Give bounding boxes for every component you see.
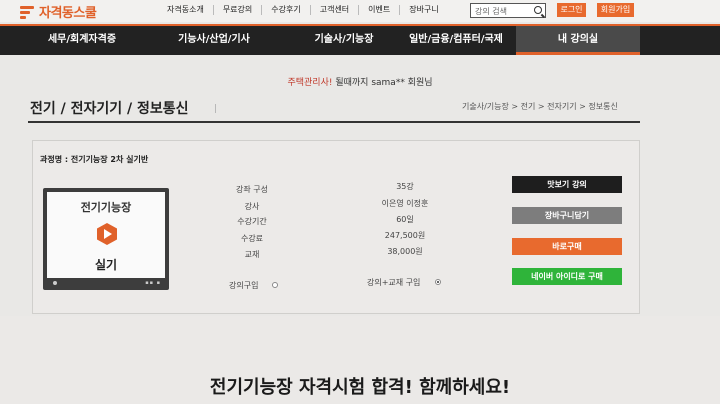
util-link-events[interactable]: 이벤트 bbox=[359, 5, 401, 15]
util-link-reviews[interactable]: 수강후기 bbox=[262, 5, 311, 15]
util-link-free-lectures[interactable]: 무료강의 bbox=[214, 5, 263, 15]
add-to-cart-button[interactable]: 장바구니담기 bbox=[512, 207, 622, 224]
thumbnail-screen: 전기기능장 실기 bbox=[47, 192, 165, 278]
breadcrumb: 기술사/기능장 > 전기 > 전자기기 > 정보통신 bbox=[462, 102, 618, 111]
info-label-fee: 수강료 bbox=[240, 234, 264, 243]
info-value-fee: 247,500원 bbox=[384, 231, 426, 240]
top-bar: 자격동스쿨 자격동소개 무료강의 수강후기 고객센터 이벤트 장바구니 강의 검… bbox=[0, 0, 720, 22]
option-lecture-book-radio[interactable] bbox=[435, 279, 441, 285]
nav-tab-general[interactable]: 일반/금융/컴퓨터/국제 bbox=[400, 26, 512, 55]
utility-nav: 자격동소개 무료강의 수강후기 고객센터 이벤트 장바구니 bbox=[158, 5, 448, 15]
nav-tab-technician[interactable]: 기능사/산업/기사 bbox=[160, 26, 268, 55]
util-link-support[interactable]: 고객센터 bbox=[311, 5, 360, 15]
option-lecture-book-label: 강의+교재 구입 bbox=[367, 278, 421, 287]
play-triangle-icon bbox=[104, 229, 112, 239]
option-lecture-only-radio[interactable] bbox=[272, 282, 278, 288]
info-value-instructor: 이은영 이정훈 bbox=[381, 199, 429, 208]
search-icon[interactable] bbox=[534, 6, 542, 14]
page-title: 전기 / 전자기기 / 정보통신 bbox=[30, 101, 189, 117]
util-link-cart[interactable]: 장바구니 bbox=[400, 5, 447, 15]
search-input[interactable]: 강의 검색 bbox=[470, 3, 546, 18]
title-divider bbox=[28, 121, 640, 123]
join-button[interactable]: 회원가입 bbox=[597, 3, 634, 17]
buy-now-button[interactable]: 바로구매 bbox=[512, 238, 622, 255]
logo-mark-icon bbox=[20, 5, 36, 19]
info-value-textbook: 38,000원 bbox=[387, 247, 423, 256]
search-placeholder: 강의 검색 bbox=[475, 7, 507, 16]
greeting-highlight: 주택관리사! bbox=[287, 78, 333, 88]
util-link-about[interactable]: 자격동소개 bbox=[158, 5, 214, 15]
info-value-composition: 35강 bbox=[396, 182, 414, 191]
thumbnail-title: 전기기능장 bbox=[80, 201, 132, 214]
course-name: 과정명 : 전기기능장 2차 실기반 bbox=[40, 155, 149, 164]
greeting-text: 될때까지 sama** 회원님 bbox=[332, 78, 433, 88]
brand-logo[interactable]: 자격동스쿨 bbox=[20, 2, 97, 21]
main-nav: 세무/회계자격증 기능사/산업/기사 기술사/기능장 일반/금융/컴퓨터/국제 … bbox=[0, 24, 720, 55]
info-value-period: 60일 bbox=[396, 215, 414, 224]
nav-tab-master-craftsman[interactable]: 기술사/기능장 bbox=[290, 26, 398, 55]
thumbnail-indicator-icon bbox=[53, 281, 57, 285]
info-label-instructor: 강사 bbox=[244, 202, 260, 211]
info-label-textbook: 교재 bbox=[244, 250, 260, 259]
brand-name: 자격동스쿨 bbox=[39, 6, 97, 21]
info-label-composition: 강좌 구성 bbox=[236, 185, 268, 194]
info-label-period: 수강기간 bbox=[237, 217, 267, 226]
promo-headline: 전기기능장 자격시험 합격! 함께하세요! bbox=[209, 377, 511, 398]
thumbnail-controls-icon: ▪▪ ▪ bbox=[145, 280, 161, 286]
nav-tab-my-classroom[interactable]: 내 강의실 bbox=[516, 26, 640, 55]
naver-pay-button[interactable]: 네이버 아이디로 구매 bbox=[512, 268, 622, 285]
member-greeting: 주택관리사! 될때까지 sama** 회원님 bbox=[0, 75, 720, 88]
course-thumbnail[interactable]: 전기기능장 실기 ▪▪ ▪ bbox=[43, 188, 169, 290]
preview-lecture-button[interactable]: 맛보기 강의 bbox=[512, 176, 622, 193]
nav-tab-tax-accounting[interactable]: 세무/회계자격증 bbox=[28, 26, 136, 55]
thumbnail-subtitle: 실기 bbox=[94, 258, 118, 272]
login-button[interactable]: 로그인 bbox=[557, 3, 586, 17]
title-separator: | bbox=[214, 104, 218, 114]
option-lecture-only-label: 강의구입 bbox=[229, 281, 259, 290]
